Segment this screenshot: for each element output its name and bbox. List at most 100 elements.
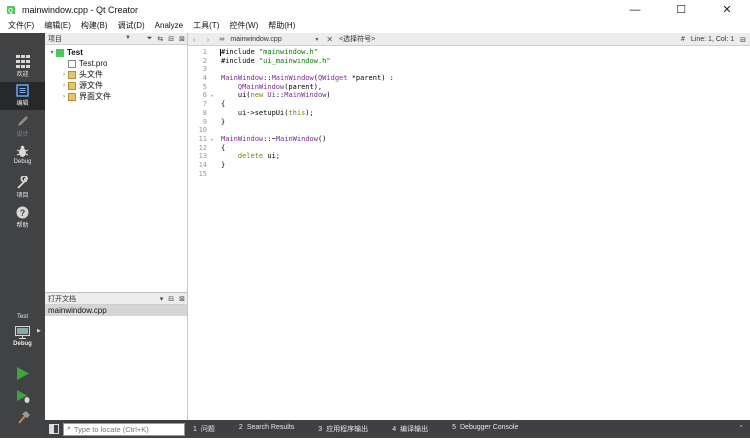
close-button[interactable]: ✕ bbox=[704, 0, 750, 19]
window-title: mainwindow.cpp - Qt Creator bbox=[22, 4, 139, 15]
run-icon[interactable] bbox=[17, 367, 29, 380]
split-editor-icon[interactable]: ⊟ bbox=[740, 36, 746, 44]
close-panel-icon[interactable]: ⊠ bbox=[179, 35, 185, 43]
line-col-indicator[interactable]: Line: 1, Col: 1 bbox=[691, 36, 734, 43]
welcome-grid-icon bbox=[15, 55, 30, 68]
tree-item-sources[interactable]: › 源文件 bbox=[45, 80, 187, 91]
mode-selector-bar: 欢迎 编辑 设计 Debug 项目 ? 帮助 Test ▶ Debug bbox=[0, 33, 45, 438]
code-text: ui->setupUi(this); bbox=[221, 108, 314, 117]
mode-debug[interactable]: Debug bbox=[0, 143, 45, 171]
menu-window[interactable]: 控件(W) bbox=[229, 20, 258, 31]
view-dropdown-arrow-icon[interactable]: ▼ bbox=[125, 35, 131, 41]
mode-edit[interactable]: 编辑 bbox=[0, 82, 45, 110]
code-line[interactable]: 11 ⌄ MainWindow::~MainWindow() bbox=[188, 135, 750, 144]
output-pane-tabs: 1 问题 2 Search Results 3 应用程序输出 4 编译输出 5 Debug… bbox=[193, 424, 542, 434]
cpp-file-icon: ∞ bbox=[219, 35, 225, 43]
code-line[interactable]: 3 bbox=[188, 65, 750, 74]
tree-item-test-pro[interactable]: Test.pro bbox=[45, 58, 187, 69]
line-number: 9 bbox=[202, 117, 207, 126]
expand-arrow-icon[interactable]: › bbox=[60, 72, 68, 78]
headers-folder-icon bbox=[68, 70, 76, 79]
code-line[interactable]: 5 QMainWindow(parent), bbox=[188, 83, 750, 92]
tree-item-test[interactable]: ▾ Test bbox=[45, 47, 187, 58]
mode-design-label: 设计 bbox=[16, 132, 29, 138]
collapse-arrow-icon[interactable]: ▾ bbox=[48, 49, 56, 56]
file-dropdown-arrow-icon[interactable]: ▾ bbox=[315, 36, 318, 43]
expand-arrow-icon[interactable]: › bbox=[60, 94, 68, 100]
code-line[interactable]: 1 #include "mainwindow.h" bbox=[188, 48, 750, 57]
symbol-selector[interactable]: <选择符号> bbox=[339, 34, 375, 44]
menu-tools[interactable]: 工具(T) bbox=[193, 20, 219, 31]
close-panel-icon[interactable]: ⊠ bbox=[179, 295, 185, 303]
code-line[interactable]: 9} bbox=[188, 118, 750, 127]
menu-help[interactable]: 帮助(H) bbox=[268, 20, 295, 31]
locator[interactable]: ⌕ bbox=[63, 422, 185, 436]
code-line[interactable]: 13 delete ui; bbox=[188, 152, 750, 161]
view-dropdown-arrow-icon[interactable]: ▾ bbox=[160, 295, 164, 303]
hash-toggle[interactable]: # bbox=[681, 36, 685, 43]
line-number: 10 bbox=[198, 126, 207, 135]
expand-arrow-icon[interactable]: › bbox=[60, 83, 68, 89]
mode-help[interactable]: ? 帮助 bbox=[0, 204, 45, 232]
tree-item-headers[interactable]: › 头文件 bbox=[45, 69, 187, 80]
menu-edit[interactable]: 编辑(E) bbox=[44, 20, 71, 31]
output-tab-issues[interactable]: 1 问题 bbox=[193, 424, 227, 434]
fold-marker-icon[interactable]: ⌄ bbox=[210, 91, 214, 100]
code-line[interactable]: 12 { bbox=[188, 144, 750, 153]
line-number: 14 bbox=[198, 160, 207, 169]
output-toggle-icon[interactable]: ⌃ bbox=[738, 424, 744, 432]
output-tab-compile-output[interactable]: 4 编译输出 bbox=[392, 424, 440, 434]
menu-file[interactable]: 文件(F) bbox=[8, 20, 34, 31]
code-line[interactable]: 8 ui->setupUi(this); bbox=[188, 109, 750, 118]
mode-welcome-label: 欢迎 bbox=[16, 72, 29, 78]
mode-design[interactable]: 设计 bbox=[0, 113, 45, 141]
code-line[interactable]: 14} bbox=[188, 161, 750, 170]
kit-selector[interactable]: ▶ Debug bbox=[0, 324, 45, 356]
menu-debug[interactable]: 调试(D) bbox=[118, 20, 145, 31]
split-icon[interactable]: ⊟ bbox=[168, 295, 174, 303]
code-text: } bbox=[221, 117, 226, 126]
menu-build[interactable]: 构建(B) bbox=[81, 20, 108, 31]
current-file-selector[interactable]: mainwindow.cpp bbox=[230, 36, 315, 43]
text-cursor bbox=[220, 49, 221, 56]
split-icon[interactable]: ⊟ bbox=[168, 35, 174, 43]
code-line[interactable]: 7{ bbox=[188, 100, 750, 109]
locator-input[interactable] bbox=[73, 424, 182, 434]
tree-item-forms[interactable]: › 界面文件 bbox=[45, 91, 187, 102]
code-text: #include "ui_mainwindow.h" bbox=[221, 56, 331, 65]
code-line[interactable]: 10 bbox=[188, 126, 750, 135]
sync-link-icon[interactable]: ⇆ bbox=[157, 35, 163, 43]
minimize-button[interactable]: — bbox=[612, 0, 658, 19]
menu-bar: 文件(F) 编辑(E) 构建(B) 调试(D) Analyze 工具(T) 控件… bbox=[0, 19, 750, 32]
status-bar: ⌕ 1问题 2Search Results 3应用程序输出 4编译输出 5Deb… bbox=[45, 420, 750, 438]
line-number: 7 bbox=[202, 100, 207, 109]
kit-config-label: Debug bbox=[13, 341, 32, 347]
output-tab-application-output[interactable]: 3 应用程序输出 bbox=[318, 424, 380, 434]
toggle-sidebar-icon[interactable] bbox=[49, 424, 59, 434]
code-area[interactable]: 1 #include "mainwindow.h" 2 #include "ui_ma… bbox=[188, 48, 750, 178]
menu-analyze[interactable]: Analyze bbox=[155, 21, 183, 30]
line-number: 1 bbox=[202, 48, 207, 56]
code-line[interactable]: 4 MainWindow::MainWindow(QWidget *parent)… bbox=[188, 74, 750, 83]
output-tab-search-results[interactable]: 2 Search Results bbox=[239, 424, 306, 434]
close-document-icon[interactable]: ✕ bbox=[326, 35, 333, 44]
line-number: 12 bbox=[198, 143, 207, 152]
open-documents-panel: 打开文档 ▾ ⊟ ⊠ mainwindow.cpp bbox=[45, 292, 187, 420]
debug-run-icon[interactable] bbox=[17, 390, 30, 403]
mode-welcome[interactable]: 欢迎 bbox=[0, 53, 45, 81]
output-tab-debugger-console[interactable]: 5 Debugger Console bbox=[452, 424, 530, 434]
filter-icon[interactable]: ⏷ bbox=[147, 35, 153, 43]
mode-projects[interactable]: 项目 bbox=[0, 174, 45, 202]
line-number: 8 bbox=[202, 108, 207, 117]
nav-forward-icon[interactable]: › bbox=[207, 35, 210, 44]
nav-back-icon[interactable]: ‹ bbox=[193, 35, 196, 44]
code-text: MainWindow::~MainWindow() bbox=[221, 134, 327, 143]
maximize-button[interactable]: ☐ bbox=[658, 0, 704, 19]
code-line[interactable]: 2 #include "ui_mainwindow.h" bbox=[188, 57, 750, 66]
code-text: #include "mainwindow.h" bbox=[221, 48, 318, 56]
open-document-item[interactable]: mainwindow.cpp bbox=[45, 305, 187, 316]
code-line[interactable]: 15 bbox=[188, 170, 750, 179]
fold-marker-icon[interactable]: ⌄ bbox=[210, 135, 214, 144]
code-line[interactable]: 6 ⌄ ui(new Ui::MainWindow) bbox=[188, 91, 750, 100]
build-hammer-icon[interactable] bbox=[17, 411, 30, 424]
